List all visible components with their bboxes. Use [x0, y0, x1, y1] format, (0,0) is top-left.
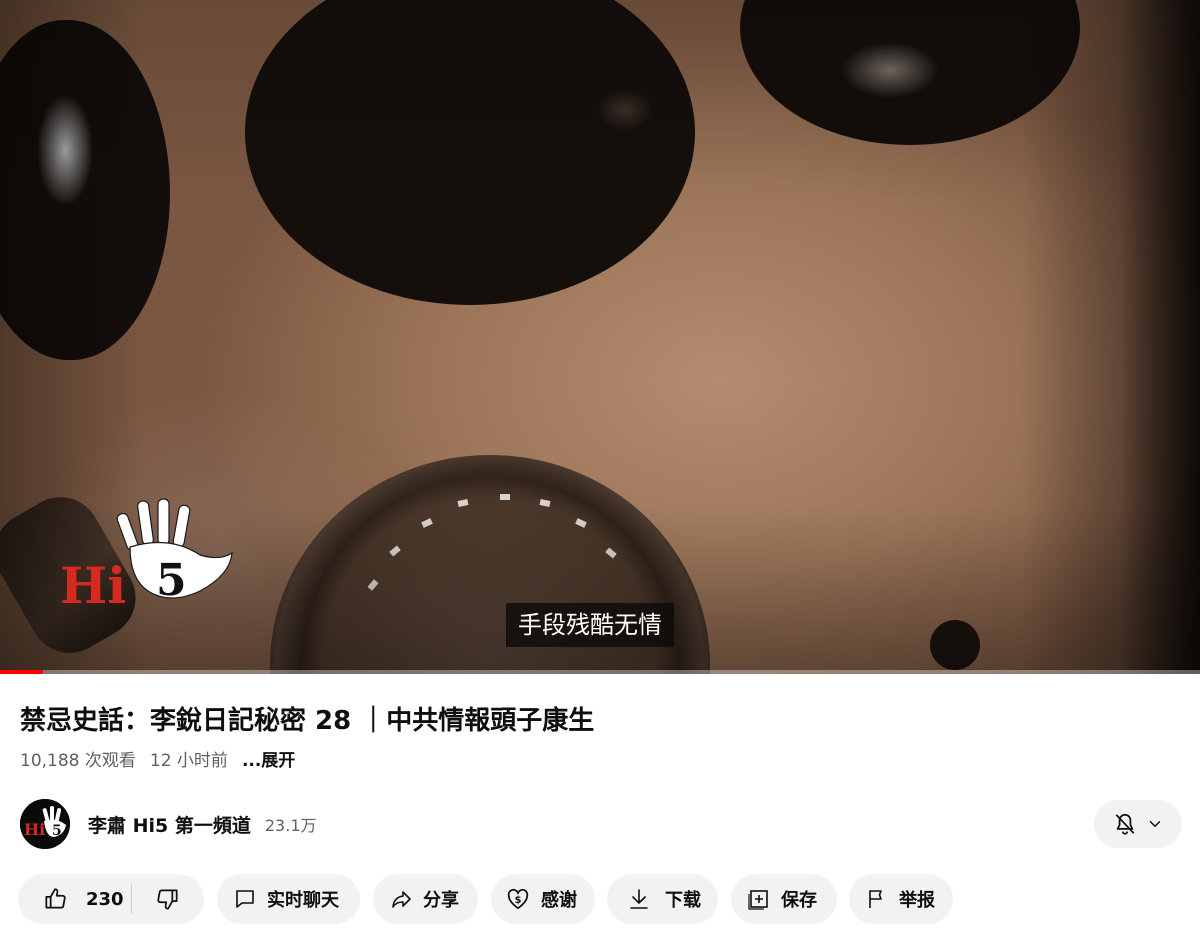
video-title: 禁忌史話：李銳日記秘密 28 ｜中共情報頭子康生 [20, 706, 595, 736]
expand-description-link[interactable]: ...展开 [242, 747, 295, 775]
subscriber-count: 23.1万 [264, 816, 317, 835]
video-meta[interactable]: 10,188 次观看 12 小时前 ...展开 [20, 747, 295, 775]
view-count: 10,188 次观看 [20, 751, 136, 771]
thanks-label: 感谢 [541, 890, 577, 911]
svg-text:5: 5 [52, 823, 62, 839]
thumbs-down-icon [157, 889, 178, 910]
svg-text:Hi: Hi [24, 820, 45, 839]
svg-text:$: $ [515, 895, 522, 906]
channel-row[interactable]: 5 Hi 李肅 Hi5 第一頻道 23.1万 [20, 798, 317, 850]
like-count: 230 [86, 888, 124, 910]
share-label: 分享 [423, 890, 459, 911]
progress-played [0, 670, 44, 674]
like-button[interactable]: 230 [18, 874, 131, 924]
share-button[interactable]: 分享 [373, 874, 478, 924]
save-button[interactable]: 保存 [731, 874, 837, 924]
download-icon [630, 889, 648, 909]
download-button[interactable]: 下载 [607, 874, 718, 924]
report-button[interactable]: 举报 [849, 874, 953, 924]
thanks-button[interactable]: $ 感谢 [491, 874, 595, 924]
channel-avatar[interactable]: 5 Hi [20, 799, 70, 849]
flag-icon [869, 890, 882, 908]
progress-bar[interactable] [0, 670, 1200, 674]
heart-dollar-icon: $ [507, 888, 529, 910]
dislike-button[interactable] [132, 874, 204, 924]
notification-settings-button[interactable] [1094, 800, 1182, 848]
like-dislike-group: 230 [18, 874, 204, 924]
video-player[interactable]: 5 Hi 手段残酷无情 [0, 0, 1200, 674]
chat-icon [236, 890, 254, 908]
share-arrow-icon [392, 891, 411, 908]
live-chat-label: 实时聊天 [267, 890, 339, 911]
report-label: 举报 [899, 890, 935, 911]
playlist-add-icon [748, 890, 768, 910]
hi5-watermark-logo: 5 Hi [60, 495, 240, 615]
channel-name[interactable]: 李肅 Hi5 第一頻道 [88, 811, 251, 838]
thumbs-up-icon [45, 888, 66, 909]
publish-time: 12 小时前 [149, 751, 228, 771]
svg-text:5: 5 [156, 555, 187, 606]
live-chat-button[interactable]: 实时聊天 [217, 874, 360, 924]
svg-text:Hi: Hi [60, 556, 126, 615]
save-label: 保存 [781, 890, 817, 911]
video-subtitle: 手段残酷无情 [506, 603, 674, 647]
download-label: 下载 [665, 890, 701, 911]
bell-off-icon [1115, 813, 1135, 835]
chevron-down-icon [1149, 821, 1161, 827]
